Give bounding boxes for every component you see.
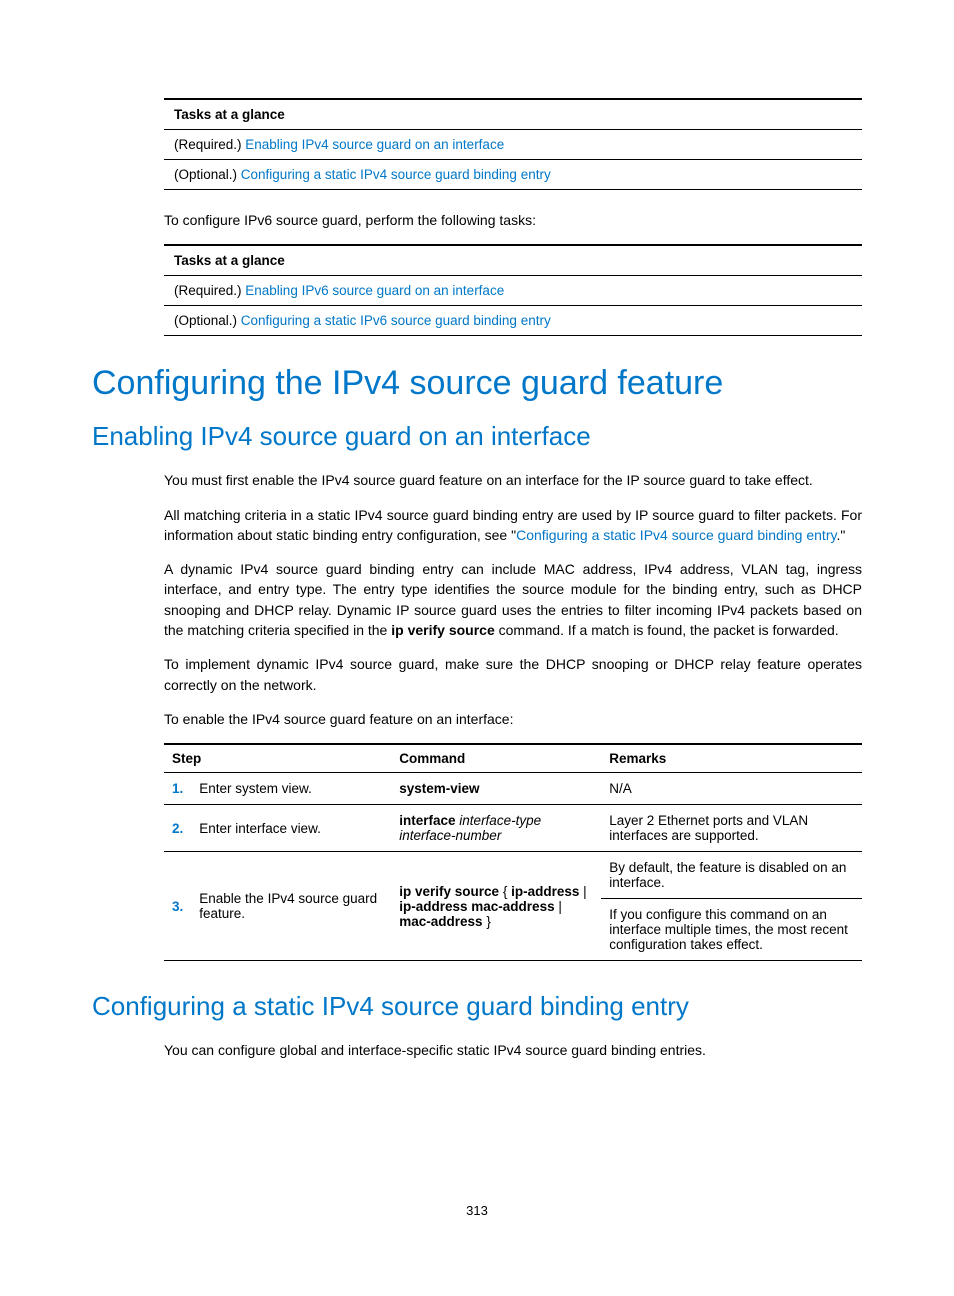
heading-enabling-ipv4: Enabling IPv4 source guard on an interfa… (92, 421, 862, 452)
table-header: Tasks at a glance (164, 245, 862, 276)
tasks-table-ipv4: Tasks at a glance (Required.) Enabling I… (164, 98, 862, 190)
table-row: (Optional.) Configuring a static IPv6 so… (164, 306, 862, 336)
col-step: Step (164, 744, 391, 773)
row-prefix: (Optional.) (174, 313, 241, 328)
cmd-part: } (483, 914, 491, 929)
cmd-bold: interface (399, 813, 455, 828)
step-command: interface interface-type interface-numbe… (391, 805, 601, 852)
cmd-part: ip-address mac-address (399, 899, 554, 914)
row-prefix: (Optional.) (174, 167, 241, 182)
table-row: (Optional.) Configuring a static IPv4 so… (164, 160, 862, 190)
step-desc: Enable the IPv4 source guard feature. (191, 852, 391, 961)
heading-configuring-ipv4: Configuring the IPv4 source guard featur… (92, 364, 862, 403)
heading-static-ipv4-entry: Configuring a static IPv4 source guard b… (92, 991, 862, 1022)
table-row: (Required.) Enabling IPv6 source guard o… (164, 276, 862, 306)
link-enable-ipv4[interactable]: Enabling IPv4 source guard on an interfa… (245, 137, 504, 152)
step-number: 1. (164, 773, 191, 805)
col-command: Command (391, 744, 601, 773)
cmd-part: mac-address (399, 914, 482, 929)
table-row: 3. Enable the IPv4 source guard feature.… (164, 852, 862, 961)
row-prefix: (Required.) (174, 283, 245, 298)
paragraph: To implement dynamic IPv4 source guard, … (164, 654, 862, 695)
step-desc: Enter system view. (191, 773, 391, 805)
remark-part1: By default, the feature is disabled on a… (601, 852, 862, 899)
link-static-ipv4-inline[interactable]: Configuring a static IPv4 source guard b… (516, 527, 836, 543)
table-row: (Required.) Enabling IPv4 source guard o… (164, 130, 862, 160)
row-prefix: (Required.) (174, 137, 245, 152)
step-command: ip verify source { ip-address | ip-addre… (391, 852, 601, 961)
paragraph: All matching criteria in a static IPv4 s… (164, 505, 862, 546)
table-header: Tasks at a glance (164, 99, 862, 130)
command-text: ip verify source (391, 622, 495, 638)
table-row: 1. Enter system view. system-view N/A (164, 773, 862, 805)
text: command. If a match is found, the packet… (495, 622, 839, 638)
steps-table: Step Command Remarks 1. Enter system vie… (164, 743, 862, 961)
step-number: 2. (164, 805, 191, 852)
paragraph: You can configure global and interface-s… (164, 1040, 862, 1060)
table-row: 2. Enter interface view. interface inter… (164, 805, 862, 852)
cmd-part: | (579, 884, 586, 899)
step-number: 3. (164, 852, 191, 961)
link-static-ipv6[interactable]: Configuring a static IPv6 source guard b… (241, 313, 551, 328)
intro-ipv6: To configure IPv6 source guard, perform … (164, 210, 862, 230)
step-remark-split: By default, the feature is disabled on a… (601, 852, 862, 961)
col-remarks: Remarks (601, 744, 862, 773)
cmd-part: | (555, 899, 562, 914)
paragraph: You must first enable the IPv4 source gu… (164, 470, 862, 490)
tasks-table-ipv6: Tasks at a glance (Required.) Enabling I… (164, 244, 862, 336)
step-remark: Layer 2 Ethernet ports and VLAN interfac… (601, 805, 862, 852)
link-enable-ipv6[interactable]: Enabling IPv6 source guard on an interfa… (245, 283, 504, 298)
step-desc: Enter interface view. (191, 805, 391, 852)
step-command: system-view (391, 773, 601, 805)
cmd-part: ip-address (511, 884, 579, 899)
link-static-ipv4[interactable]: Configuring a static IPv4 source guard b… (241, 167, 551, 182)
paragraph: To enable the IPv4 source guard feature … (164, 709, 862, 729)
text: ." (836, 527, 845, 543)
step-remark: N/A (601, 773, 862, 805)
paragraph: A dynamic IPv4 source guard binding entr… (164, 559, 862, 640)
remark-part2: If you configure this command on an inte… (601, 899, 862, 960)
page-number: 313 (0, 1203, 954, 1218)
cmd-part: ip verify source (399, 884, 499, 899)
cmd-part: { (499, 884, 511, 899)
